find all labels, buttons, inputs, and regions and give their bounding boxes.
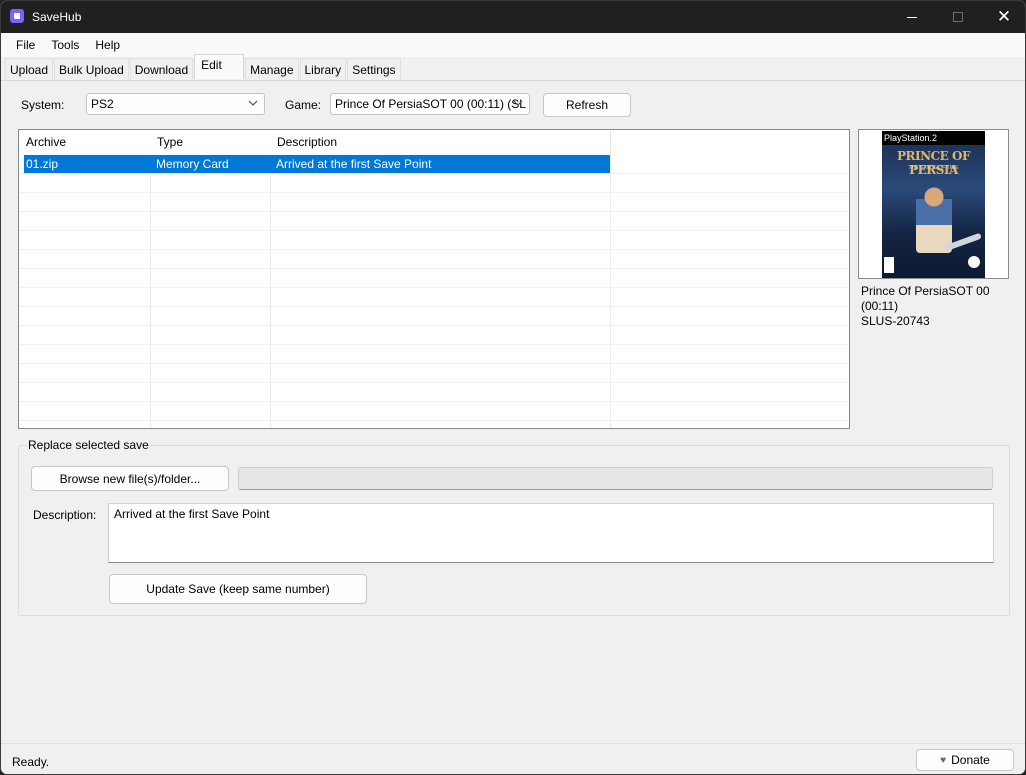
maximize-button[interactable] [935,1,981,33]
minimize-button[interactable] [889,1,935,33]
tab-edit[interactable]: Edit [194,54,245,79]
grid-line [19,287,849,288]
grid-line [270,130,271,428]
cover-logo: PRINCE OF PERSIA [897,149,970,177]
cover-art-frame: PlayStation.2 PRINCE OF PERSIA THE SANDS… [858,129,1009,279]
prince-figure [916,183,952,253]
refresh-button[interactable]: Refresh [543,93,631,117]
grid-line [19,420,849,421]
status-bar: Ready. [1,743,1025,774]
description-input[interactable]: Arrived at the first Save Point [108,503,994,563]
tab-library[interactable]: Library [299,58,347,80]
menu-bar: File Tools Help [1,33,1025,57]
ubisoft-logo-icon [968,256,980,268]
maximize-icon [953,12,963,22]
game-name: Prince Of PersiaSOT 00 (00:11) [861,284,990,313]
cover-subtitle: THE SANDS OF TIME [908,165,959,171]
close-button[interactable]: ✕ [981,1,1025,33]
esrb-rating-icon [884,257,894,273]
table-row[interactable]: 01.zip Memory Card Arrived at the first … [24,155,610,173]
window-title: SaveHub [32,10,82,24]
tab-download[interactable]: Download [129,58,194,80]
column-header-archive[interactable]: Archive [19,130,151,154]
column-header-type[interactable]: Type [150,130,271,154]
grid-line [19,173,849,174]
grid-line [19,192,849,193]
grid-line [19,249,849,250]
replace-group-title: Replace selected save [27,438,150,452]
grid-line [19,401,849,402]
update-save-button-label: Update Save (keep same number) [146,582,330,596]
game-serial: SLUS-20743 [861,314,930,328]
heart-icon: ♥ [940,754,947,766]
grid-line [610,130,611,428]
browse-button[interactable]: Browse new file(s)/folder... [31,466,229,491]
browse-button-label: Browse new file(s)/folder... [59,471,201,486]
system-select-value: PS2 [91,97,114,111]
tab-bar: Upload Bulk Upload Download Edit Manage … [1,54,1025,81]
grid-line [19,344,849,345]
column-header-description[interactable]: Description [270,130,611,154]
cell-type: Memory Card [156,157,229,171]
title-bar: SaveHub ✕ [1,1,1025,33]
grid-line [19,382,849,383]
menu-file[interactable]: File [8,33,43,57]
grid-line [19,230,849,231]
cell-description: Arrived at the first Save Point [276,157,432,171]
minimize-icon [907,16,917,18]
grid-line [19,363,849,364]
cell-archive: 01.zip [26,157,59,171]
tab-manage[interactable]: Manage [245,58,299,80]
close-icon: ✕ [996,7,1012,26]
tab-upload[interactable]: Upload [5,58,54,80]
status-text: Ready. [12,755,50,769]
game-select[interactable]: Prince Of PersiaSOT 00 (00:11) (SL [330,93,530,115]
system-select[interactable]: PS2 [86,93,265,115]
refresh-button-label: Refresh [565,98,609,112]
tab-settings[interactable]: Settings [347,58,401,80]
platform-banner: PlayStation.2 [882,131,985,145]
upload-progress-bar [238,467,993,490]
chevron-down-icon [512,97,524,109]
app-window: SaveHub ✕ File Tools Help Upload Bulk Up… [0,0,1026,775]
menu-help[interactable]: Help [87,33,128,57]
grid-line [19,325,849,326]
grid-line [150,130,151,428]
grid-line [19,268,849,269]
game-select-value: Prince Of PersiaSOT 00 (00:11) (SL [335,97,526,111]
saves-table[interactable]: Archive Type Description 01.zip Memory C… [18,129,850,429]
description-input-value: Arrived at the first Save Point [114,507,270,521]
menu-tools[interactable]: Tools [43,33,87,57]
game-label: Game: [285,98,322,112]
tab-bulk-upload[interactable]: Bulk Upload [54,58,129,80]
chevron-down-icon [247,97,259,109]
cover-art-image: PlayStation.2 PRINCE OF PERSIA THE SANDS… [882,131,985,278]
system-label: System: [21,98,65,112]
donate-button-label: Donate [951,753,990,767]
update-save-button[interactable]: Update Save (keep same number) [109,574,367,604]
description-label: Description: [33,508,97,522]
donate-button[interactable]: ♥ Donate [916,749,1014,771]
savehub-app-icon [10,9,24,23]
grid-line [19,306,849,307]
grid-line [19,211,849,212]
